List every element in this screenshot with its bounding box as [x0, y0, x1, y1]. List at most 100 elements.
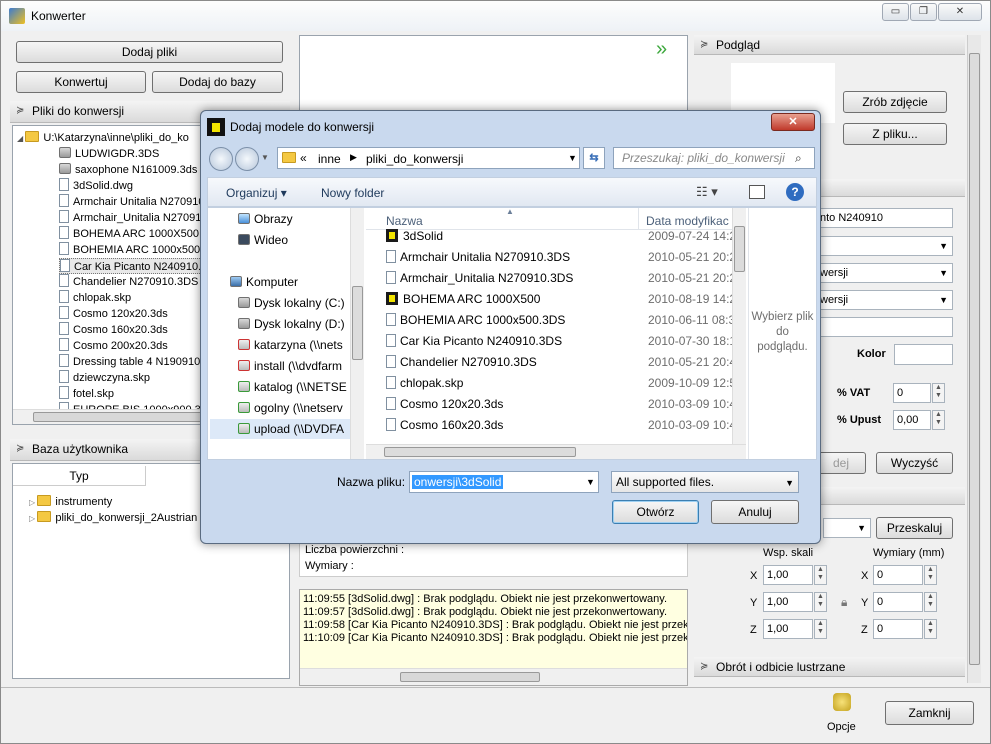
nav-drive-d[interactable]: Dysk lokalny (D:): [238, 314, 345, 334]
scrollbar-thumb[interactable]: [400, 672, 540, 682]
breadcrumb-item[interactable]: inne: [318, 152, 341, 166]
nav-network-drive-selected[interactable]: upload (\\DVDFA: [210, 419, 350, 439]
file-item[interactable]: Cosmo 160x20.3ds: [59, 322, 168, 338]
nav-videos[interactable]: Wideo: [238, 230, 288, 250]
tree-root[interactable]: ◢ U:\Katarzyna\inne\pliki_do_ko: [17, 130, 189, 146]
open-button[interactable]: Otwórz: [612, 500, 699, 524]
options-icon[interactable]: [833, 693, 851, 711]
breadcrumb-item[interactable]: pliki_do_konwersji: [366, 152, 463, 166]
scale-x-field[interactable]: 1,00: [763, 565, 813, 585]
dropdown-arrow-icon[interactable]: ▼: [586, 477, 595, 487]
log-scrollbar[interactable]: [300, 668, 687, 685]
scale-z-field[interactable]: 1,00: [763, 619, 813, 639]
scrollbar-thumb[interactable]: [352, 286, 363, 360]
file-item[interactable]: Chandelier N270910.3DS: [59, 274, 198, 290]
file-row[interactable]: Car Kia Picanto N240910.3DS 2010-07-30 18…: [386, 331, 746, 352]
scrollbar-thumb[interactable]: [384, 447, 576, 457]
file-item[interactable]: Dressing table 4 N190910: [59, 354, 200, 370]
file-item[interactable]: Armchair_Unitalia N270910: [59, 210, 208, 226]
forward-button[interactable]: [235, 147, 259, 171]
help-icon[interactable]: ?: [786, 183, 804, 201]
file-row[interactable]: Armchair_Unitalia N270910.3DS 2010-05-21 …: [386, 268, 746, 289]
filename-input[interactable]: onwersji\3dSolid ▼: [409, 471, 599, 493]
convert-button[interactable]: Konwertuj: [16, 71, 146, 93]
scale-z-spinner[interactable]: ▲ ▼: [814, 619, 827, 639]
file-hscrollbar[interactable]: [366, 444, 746, 459]
file-item[interactable]: BOHEMIA ARC 1000x500.: [59, 242, 203, 258]
nav-network-drive[interactable]: katalog (\\NETSE: [238, 377, 347, 397]
add-item-button[interactable]: dej: [816, 452, 866, 474]
db-item[interactable]: ▷ pliki_do_konwersji_2Austrian: [29, 510, 197, 527]
file-item[interactable]: 3dSolid.dwg: [59, 178, 133, 194]
file-row[interactable]: 3dSolid 2009-07-24 14:20: [386, 226, 746, 247]
clear-button[interactable]: Wyczyść: [876, 452, 953, 474]
scale-y-field[interactable]: 1,00: [763, 592, 813, 612]
file-item[interactable]: chlopak.skp: [59, 290, 131, 306]
file-row[interactable]: Armchair Unitalia N270910.3DS 2010-05-21 …: [386, 247, 746, 268]
combo-3[interactable]: wersji ▼: [816, 290, 953, 310]
rotate-section-header[interactable]: ≽ Obrót i odbicie lustrzane: [694, 657, 965, 677]
organize-menu[interactable]: Organizuj ▾: [226, 186, 287, 200]
nav-network-drive[interactable]: install (\\dvdfarm: [238, 356, 342, 376]
preview-section-header[interactable]: ≽ Podgląd: [694, 35, 965, 55]
vat-field[interactable]: 0: [893, 383, 931, 403]
back-button[interactable]: [209, 147, 233, 171]
combo-1[interactable]: ▼: [816, 236, 953, 256]
discount-field[interactable]: 0,00: [893, 410, 931, 430]
search-input[interactable]: Przeszukaj: pliki_do_konwersji: [613, 147, 815, 169]
scale-x-spinner[interactable]: ▲ ▼: [814, 565, 827, 585]
scrollbar-thumb[interactable]: [33, 412, 213, 422]
scale-y-spinner[interactable]: ▲ ▼: [814, 592, 827, 612]
color-field[interactable]: [894, 344, 953, 365]
file-item[interactable]: Armchair Unitalia N270910: [59, 194, 204, 210]
scrollbar-thumb[interactable]: [734, 226, 745, 272]
restore-button[interactable]: ❐: [910, 3, 937, 21]
file-vscrollbar[interactable]: [732, 208, 746, 444]
view-options-icon[interactable]: ☷ ▾: [696, 184, 718, 200]
cancel-button[interactable]: Anuluj: [711, 500, 799, 524]
file-type-select[interactable]: All supported files. ▼: [611, 471, 799, 493]
from-file-button[interactable]: Z pliku...: [843, 123, 947, 145]
close-button[interactable]: Zamknij: [885, 701, 974, 725]
discount-spinner[interactable]: ▲ ▼: [932, 410, 945, 430]
minimize-button[interactable]: ▭: [882, 3, 909, 21]
add-files-button[interactable]: Dodaj pliki: [16, 41, 283, 63]
scrollbar-thumb[interactable]: [969, 53, 980, 665]
take-photo-button[interactable]: Zrób zdjęcie: [843, 91, 947, 113]
dim-z-spinner[interactable]: ▲ ▼: [924, 619, 937, 639]
dim-x-spinner[interactable]: ▲ ▼: [924, 565, 937, 585]
nav-network-drive[interactable]: ogolny (\\netserv: [238, 398, 343, 418]
nav-computer[interactable]: Komputer: [230, 272, 298, 292]
expand-arrows-icon[interactable]: »: [656, 38, 667, 61]
combo-2[interactable]: wersji ▼: [816, 263, 953, 283]
file-item[interactable]: Cosmo 200x20.3ds: [59, 338, 168, 354]
address-dropdown-icon[interactable]: ▼: [568, 153, 577, 163]
nav-network-drive[interactable]: katarzyna (\\nets: [238, 335, 343, 355]
dim-z-field[interactable]: 0: [873, 619, 923, 639]
file-row[interactable]: BOHEMA ARC 1000X500 2010-08-19 14:2: [386, 289, 746, 310]
add-to-db-button[interactable]: Dodaj do bazy: [152, 71, 283, 93]
new-folder-button[interactable]: Nowy folder: [321, 186, 384, 200]
column-header-type[interactable]: Typ: [13, 466, 146, 486]
file-row[interactable]: chlopak.skp 2009-10-09 12:50: [386, 373, 746, 394]
text-field[interactable]: [816, 317, 953, 337]
dim-y-field[interactable]: 0: [873, 592, 923, 612]
nav-pictures[interactable]: Obrazy: [238, 209, 293, 229]
file-item[interactable]: Cosmo 120x20.3ds: [59, 306, 168, 322]
file-item[interactable]: dziewczyna.skp: [59, 370, 150, 386]
file-row[interactable]: Chandelier N270910.3DS 2010-05-21 20:4: [386, 352, 746, 373]
dim-y-spinner[interactable]: ▲ ▼: [924, 592, 937, 612]
dialog-close-button[interactable]: ✕: [771, 113, 815, 131]
lock-icon[interactable]: 🔒︎: [841, 595, 847, 610]
refresh-icon[interactable]: ⇆: [583, 147, 605, 169]
close-window-button[interactable]: ✕: [938, 3, 982, 21]
file-item[interactable]: LUDWIGDR.3DS: [59, 146, 159, 162]
unit-combo[interactable]: ▼: [823, 518, 871, 538]
vat-spinner[interactable]: ▲ ▼: [932, 383, 945, 403]
options-label[interactable]: Opcje: [827, 721, 856, 733]
dim-x-field[interactable]: 0: [873, 565, 923, 585]
name-field[interactable]: nto N240910: [816, 208, 953, 228]
file-row[interactable]: Cosmo 120x20.3ds 2010-03-09 10:4: [386, 394, 746, 415]
address-bar[interactable]: « inne ▶ pliki_do_konwersji ▼: [277, 147, 580, 169]
nav-drive-c[interactable]: Dysk lokalny (C:): [238, 293, 345, 313]
